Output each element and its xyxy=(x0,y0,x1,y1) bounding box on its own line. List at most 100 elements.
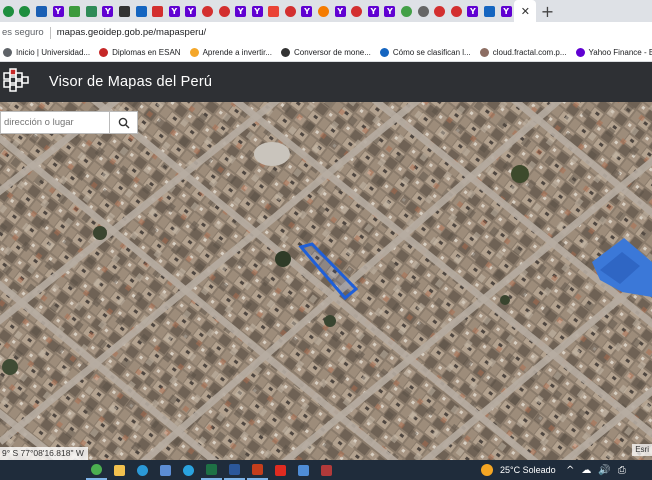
search-input[interactable] xyxy=(0,111,110,134)
active-tab[interactable]: ✕ xyxy=(514,0,537,22)
bookmark-label: Diplomas en ESAN xyxy=(112,47,181,57)
browser-tab[interactable] xyxy=(83,0,100,22)
url-text[interactable]: mapas.geoidep.gob.pe/mapasperu/ xyxy=(57,27,206,38)
browser-tab[interactable]: Y xyxy=(382,0,399,22)
browser-tab[interactable] xyxy=(149,0,166,22)
video-taskbar-button[interactable] xyxy=(316,460,337,480)
store-icon xyxy=(160,464,171,476)
bookmark-item[interactable]: cloud.fractal.com.p... xyxy=(479,47,567,57)
green-leaf-icon xyxy=(69,5,81,17)
yahoo-logo-icon: Y xyxy=(235,5,247,17)
file-explorer-icon xyxy=(114,464,125,476)
browser-tab[interactable] xyxy=(199,0,216,22)
browser-tab[interactable] xyxy=(0,0,17,22)
browser-tab[interactable] xyxy=(431,0,448,22)
browser-tab[interactable] xyxy=(216,0,233,22)
search-icon xyxy=(118,117,129,128)
mail-taskbar-button[interactable] xyxy=(293,460,314,480)
chrome-icon xyxy=(91,463,102,475)
bookmark-favicon-icon xyxy=(379,47,389,57)
mail-icon xyxy=(298,464,309,476)
bookmark-item[interactable]: Diplomas en ESAN xyxy=(99,47,181,57)
bookmark-label: cloud.fractal.com.p... xyxy=(492,47,567,57)
green-circle-icon xyxy=(2,5,14,17)
satellite-map[interactable]: 9° S 77°08'16.818" W Esri xyxy=(0,102,652,460)
satellite-imagery[interactable] xyxy=(0,102,652,460)
system-tray: ^ ☁ 🔊 ⎙ xyxy=(566,460,633,480)
bookmark-item[interactable]: Inicio | Universidad... xyxy=(3,47,90,57)
yahoo-logo-icon: Y xyxy=(102,5,114,17)
green-shield-icon xyxy=(85,5,97,17)
powerpoint-taskbar-button[interactable] xyxy=(247,460,268,480)
yahoo-logo-icon: Y xyxy=(251,5,263,17)
browser-tab[interactable] xyxy=(17,0,34,22)
yahoo-logo-icon: Y xyxy=(52,5,64,17)
yahoo-logo-icon: Y xyxy=(467,5,479,17)
acrobat-taskbar-button[interactable] xyxy=(270,460,291,480)
browser-tab[interactable] xyxy=(66,0,83,22)
browser-tab[interactable]: Y xyxy=(299,0,316,22)
browser-tab[interactable]: Y xyxy=(232,0,249,22)
new-tab-button[interactable]: + xyxy=(536,0,558,22)
yahoo-logo-icon: Y xyxy=(168,5,180,17)
store-taskbar-button[interactable] xyxy=(155,460,176,480)
browser-tab[interactable]: Y xyxy=(249,0,266,22)
bookmark-favicon-icon xyxy=(280,47,290,57)
bookmark-item[interactable]: Conversor de mone... xyxy=(280,47,371,57)
app-title: Visor de Mapas del Perú xyxy=(49,74,213,90)
word-icon xyxy=(229,463,240,475)
search-button[interactable] xyxy=(110,111,138,134)
browser-tab[interactable] xyxy=(33,0,50,22)
bookmark-item[interactable]: Yahoo Finance - Bu... xyxy=(575,47,652,57)
browser-tab[interactable] xyxy=(398,0,415,22)
cloud-icon[interactable]: ☁ xyxy=(581,465,591,476)
browser-tab[interactable] xyxy=(116,0,133,22)
browser-tab[interactable]: Y xyxy=(183,0,200,22)
red-circle-icon xyxy=(351,5,363,17)
yahoo-logo-icon: Y xyxy=(301,5,313,17)
excel-taskbar-button[interactable] xyxy=(201,460,222,480)
display-icon[interactable]: ⎙ xyxy=(618,465,626,476)
app-header: Visor de Mapas del Perú xyxy=(0,62,652,102)
telegram-taskbar-button[interactable] xyxy=(178,460,199,480)
map-attribution[interactable]: Esri xyxy=(632,444,652,456)
weather-widget[interactable]: 25°C Soleado xyxy=(481,460,556,480)
browser-tab[interactable]: Y xyxy=(365,0,382,22)
address-bar[interactable]: es seguro mapas.geoidep.gob.pe/mapasperu… xyxy=(0,22,652,43)
browser-tab[interactable] xyxy=(415,0,432,22)
browser-tab[interactable]: Y xyxy=(332,0,349,22)
browser-tab[interactable] xyxy=(133,0,150,22)
show-hidden-icons-icon[interactable]: ^ xyxy=(566,465,574,476)
volume-icon[interactable]: 🔊 xyxy=(598,465,610,476)
bookmark-item[interactable]: Cómo se clasifican l... xyxy=(379,47,471,57)
orange-circle-icon xyxy=(318,5,330,17)
browser-tab[interactable] xyxy=(481,0,498,22)
browser-tab[interactable] xyxy=(348,0,365,22)
map-search xyxy=(0,111,138,134)
bookmark-item[interactable]: Aprende a invertir... xyxy=(189,47,272,57)
file-explorer-taskbar-button[interactable] xyxy=(109,460,130,480)
browser-tab[interactable]: Y xyxy=(498,0,515,22)
word-taskbar-button[interactable] xyxy=(224,460,245,480)
browser-tab[interactable]: Y xyxy=(50,0,67,22)
aw-logo-icon xyxy=(35,5,47,17)
browser-tab[interactable] xyxy=(448,0,465,22)
browser-tab[interactable]: Y xyxy=(166,0,183,22)
video-icon xyxy=(321,464,332,476)
bookmark-favicon-icon xyxy=(189,47,199,57)
bookmark-label: Aprende a invertir... xyxy=(202,47,272,57)
browser-tab[interactable]: Y xyxy=(465,0,482,22)
close-tab-icon[interactable]: ✕ xyxy=(521,5,530,18)
browser-tab[interactable] xyxy=(282,0,299,22)
edge-taskbar-button[interactable] xyxy=(132,460,153,480)
google-logo-icon xyxy=(268,5,280,17)
peru-map-logo-icon[interactable] xyxy=(2,67,32,97)
browser-tab[interactable] xyxy=(315,0,332,22)
red-circle-icon xyxy=(218,5,230,17)
browser-tab[interactable]: Y xyxy=(100,0,117,22)
yahoo-logo-icon: Y xyxy=(185,5,197,17)
telegram-icon xyxy=(183,464,194,476)
chrome-taskbar-button[interactable] xyxy=(86,460,107,480)
browser-tab[interactable] xyxy=(266,0,283,22)
security-label[interactable]: es seguro xyxy=(0,27,50,38)
